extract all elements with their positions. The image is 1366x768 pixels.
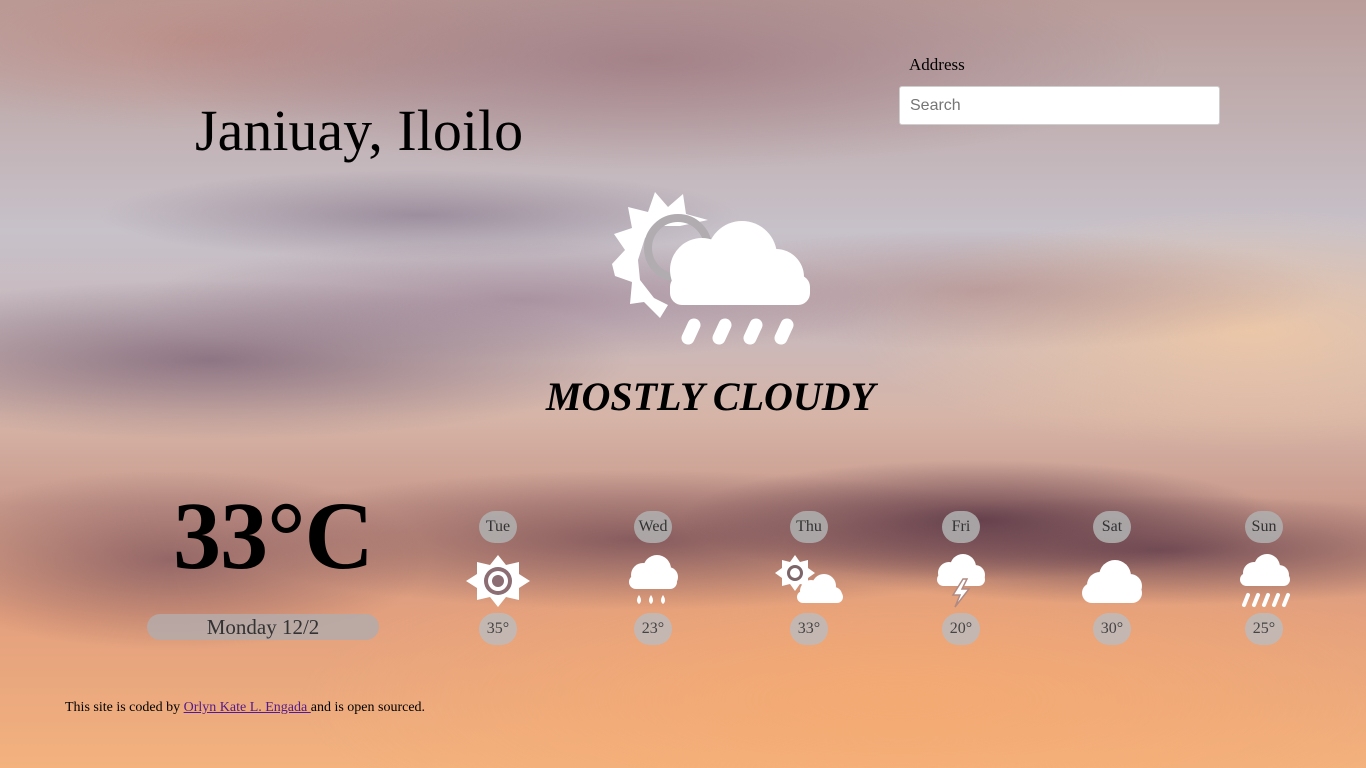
forecast-day: Tue 35° [448,511,548,645]
forecast-day-name: Thu [790,511,828,543]
forecast-day-name: Fri [942,511,980,543]
forecast-day: Thu 33° [759,511,859,645]
cloud-icon [1082,560,1142,603]
partly-cloudy-icon [775,555,843,603]
forecast-temperature: 25° [1245,613,1283,645]
forecast-day-name: Wed [634,511,672,543]
heavy-rain-icon [1240,554,1290,607]
forecast-day: Fri 20° [911,511,1011,645]
forecast-day-name: Sat [1093,511,1131,543]
forecast-temperature: 30° [1093,613,1131,645]
forecast-day-name: Tue [479,511,517,543]
partly-cloudy-rain-icon [612,192,810,345]
current-temperature: 33°C [173,482,374,589]
forecast-day: Sun 25° [1214,511,1314,645]
weather-condition: MOSTLY CLOUDY [545,374,876,419]
forecast-temperature: 20° [942,613,980,645]
forecast-day-name: Sun [1245,511,1283,543]
forecast-temperature: 33° [790,613,828,645]
thunderstorm-icon [937,554,985,608]
forecast-day: Wed 23° [603,511,703,645]
forecast-temperature: 23° [634,613,672,645]
search-input[interactable] [899,86,1220,125]
footer: This site is coded by Orlyn Kate L. Enga… [65,699,425,717]
footer-prefix: This site is coded by [65,700,184,715]
forecast-day: Sat 30° [1062,511,1162,645]
sun-icon [466,555,530,607]
author-link[interactable]: Orlyn Kate L. Engada [184,700,311,715]
current-date: Monday 12/2 [147,614,379,640]
city-name: Janiuay, Iloilo [195,98,524,163]
address-label: Address [909,55,965,74]
forecast-temperature: 35° [479,613,517,645]
footer-suffix: and is open sourced. [310,700,426,715]
rain-icon [629,555,678,604]
